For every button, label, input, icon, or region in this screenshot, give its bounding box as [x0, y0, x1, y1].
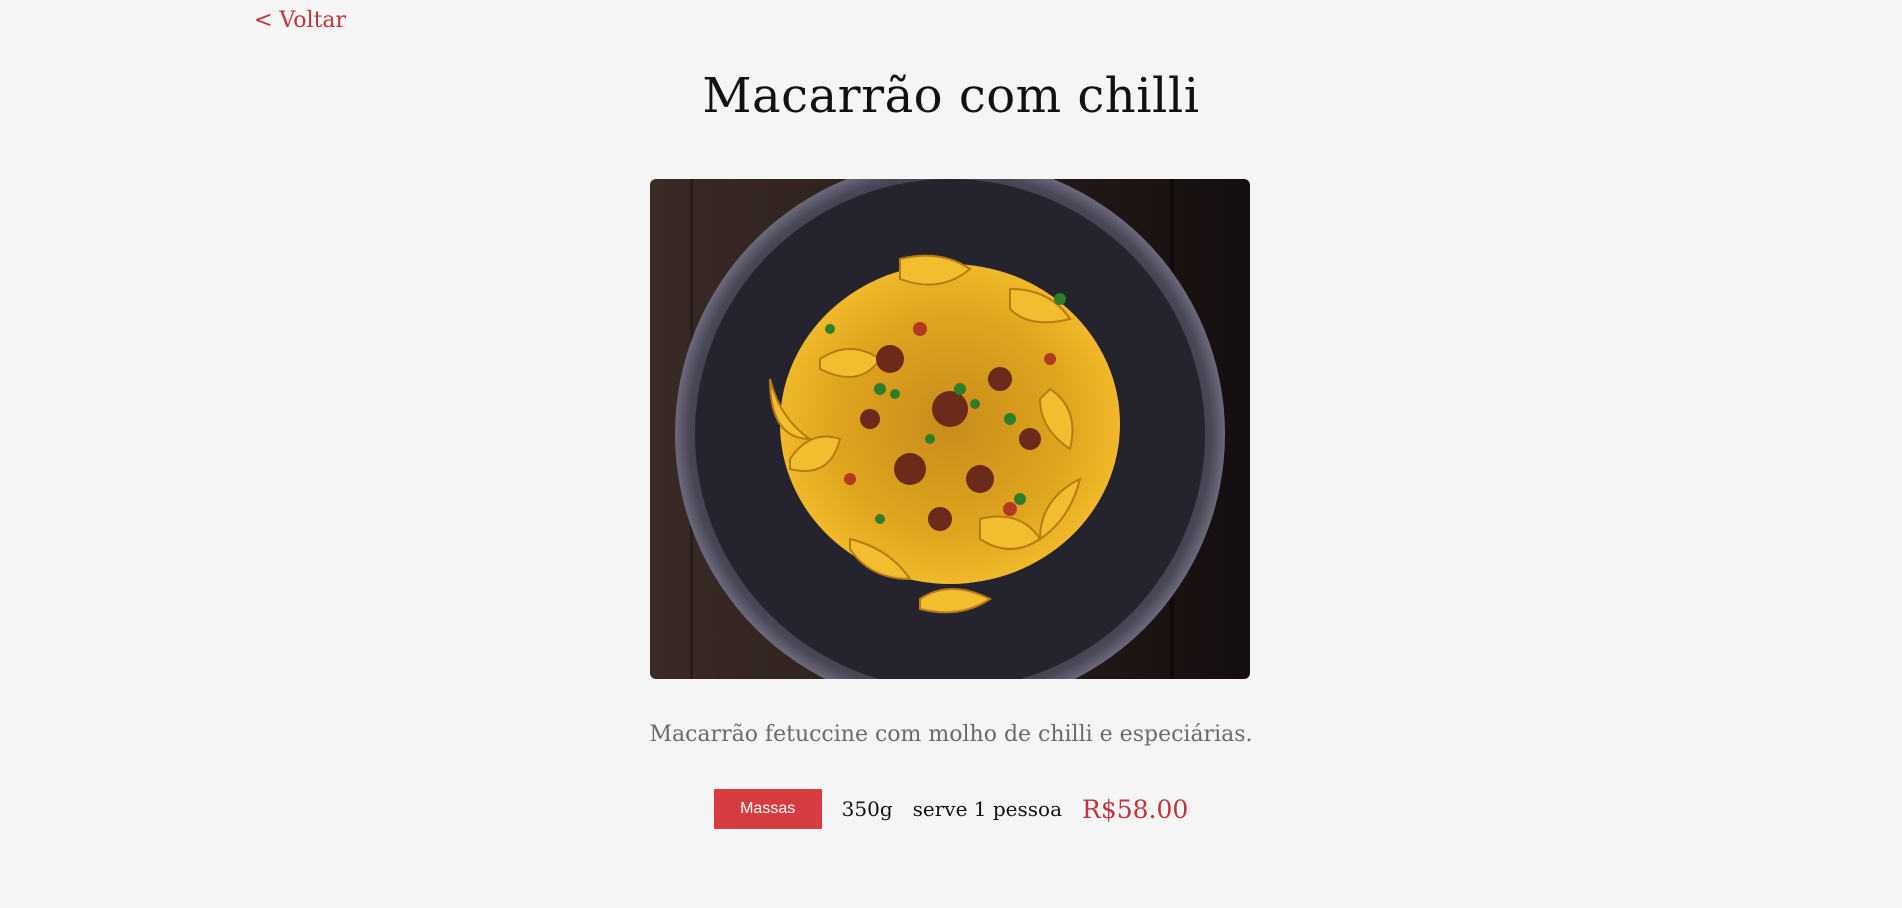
dish-weight: 350g [841, 797, 893, 821]
dish-serves: serve 1 pessoa [912, 797, 1063, 821]
pasta-dish-photo [650, 179, 1250, 679]
dish-image [650, 179, 1250, 679]
page-title: Macarrão com chilli [702, 68, 1200, 124]
category-badge[interactable]: Massas [713, 789, 822, 829]
dish-description: Macarrão fetuccine com molho de chilli e… [649, 722, 1253, 747]
back-link[interactable]: < Voltar [254, 8, 346, 33]
dish-price: R$58.00 [1082, 794, 1189, 824]
dish-meta: Massas 350g serve 1 pessoa R$58.00 [0, 789, 1902, 829]
